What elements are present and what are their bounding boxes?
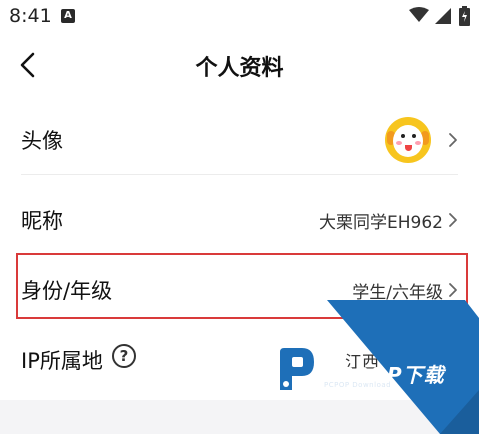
row-identity-grade[interactable]: 身份/年级 学生/六年级 [0,255,479,325]
page-title: 个人资料 [195,56,284,81]
app-header: 个人资料 [0,34,479,96]
watermark-subtitle: PCPOP Download [324,381,392,389]
wifi-icon [409,7,429,22]
row-divider [21,174,458,175]
status-bar: 8:41 A [0,0,479,34]
avatar-eye-right [412,134,416,138]
row-avatar-label: 头像 [21,129,63,153]
help-icon[interactable]: ? [112,344,136,368]
avatar [385,117,431,163]
row-nickname-value: 大栗同学EH962 [319,213,443,233]
chevron-right-icon [449,213,457,227]
avatar-cheek-right [415,141,421,145]
row-identity-label: 身份/年级 [21,279,113,303]
row-nickname-label: 昵称 [21,209,63,233]
row-nickname[interactable]: 昵称 大栗同学EH962 [0,185,479,255]
battery-icon [459,6,470,26]
pcpop-logo-icon [280,348,314,390]
row-ip-label: IP所属地 [21,349,103,373]
notification-icon: A [61,9,75,23]
profile-screen: 8:41 A 个人资料 头像 昵称 大栗同学EH962 身份/年级 学生/六年级… [0,0,479,434]
row-identity-value: 学生/六年级 [352,283,443,303]
chevron-right-icon [449,283,457,297]
row-avatar[interactable]: 头像 [0,105,479,175]
avatar-eye-left [401,134,405,138]
status-time: 8:41 [9,5,52,27]
chevron-right-icon [449,133,457,147]
signal-icon [435,8,451,24]
avatar-cheek-left [396,141,402,145]
